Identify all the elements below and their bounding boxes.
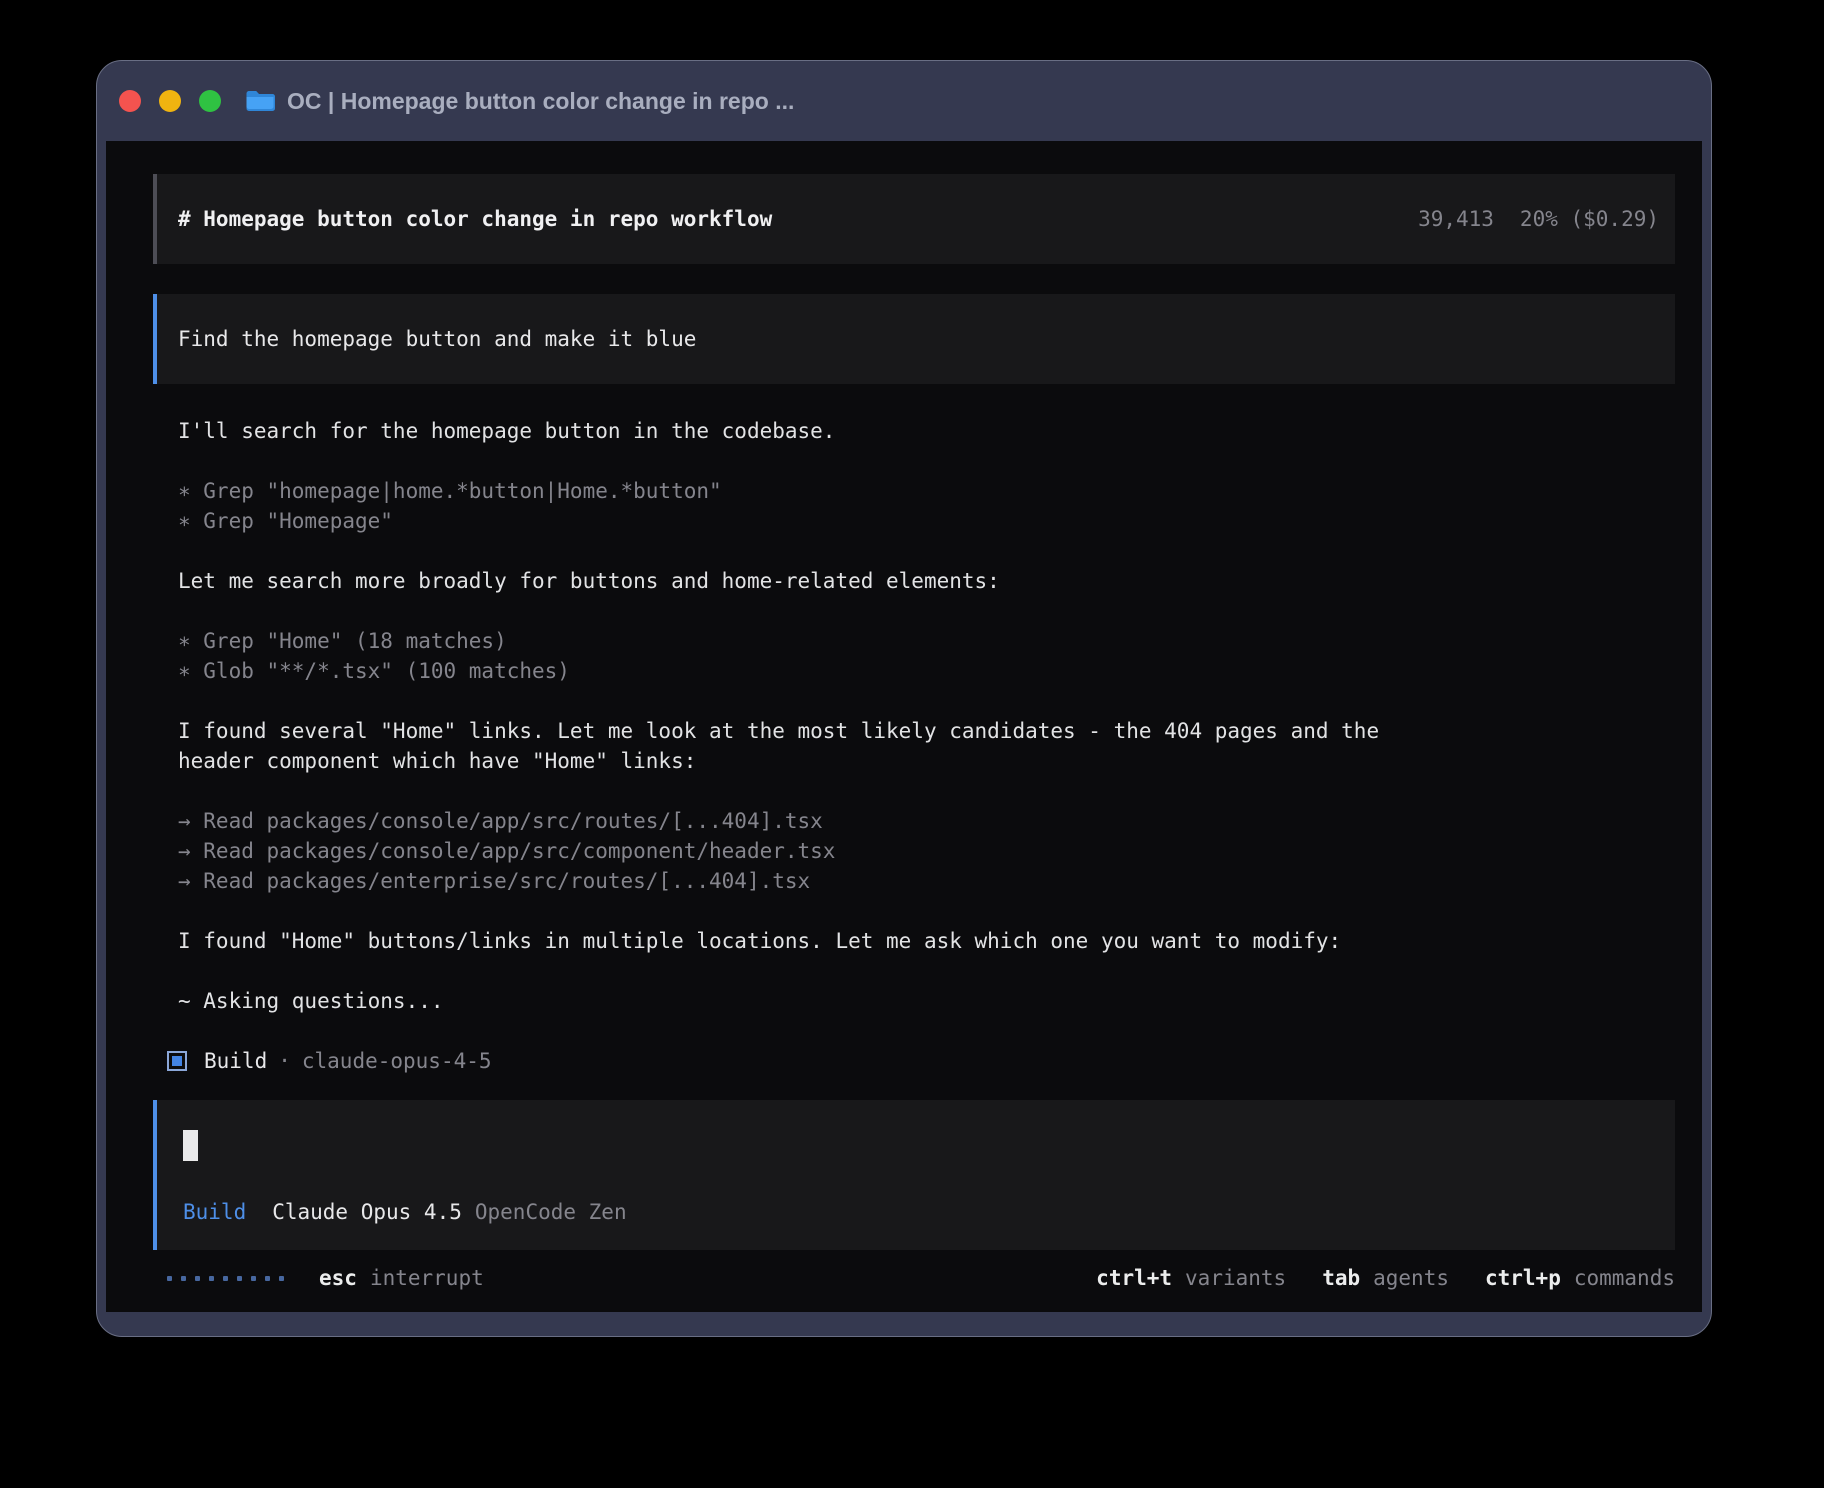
input-meta: Build Claude Opus 4.5 OpenCode Zen (183, 1197, 1675, 1227)
spinner-dot (265, 1276, 270, 1281)
status-right: ctrl+t variants tab agents ctrl+p commands (1096, 1263, 1675, 1293)
spinner-dot (181, 1276, 186, 1281)
assistant-paragraph: I found several "Home" links. Let me loo… (178, 716, 1675, 776)
interrupt-hint: esc interrupt (319, 1263, 484, 1293)
session-title: # Homepage button color change in repo w… (178, 204, 772, 234)
assistant-line: I found several "Home" links. Let me loo… (178, 716, 1675, 746)
agent-status-row: Build · claude-opus-4-5 (167, 1046, 1675, 1076)
keybind-label: variants (1185, 1263, 1286, 1293)
text-cursor (183, 1130, 198, 1161)
agent-model: claude-opus-4-5 (302, 1046, 492, 1076)
spinner-dot (209, 1276, 214, 1281)
minimize-button[interactable] (159, 90, 181, 112)
keybind-hint-agents: tab agents (1322, 1263, 1449, 1293)
assistant-line: ∗ Grep "Home" (18 matches) (178, 626, 1675, 656)
assistant-paragraph: ∗ Grep "homepage|home.*button|Home.*butt… (178, 476, 1675, 536)
titlebar[interactable]: OC | Homepage button color change in rep… (97, 61, 1711, 141)
window-title: OC | Homepage button color change in rep… (287, 88, 794, 115)
assistant-line: ∗ Grep "homepage|home.*button|Home.*butt… (178, 476, 1675, 506)
assistant-paragraph: ∗ Grep "Home" (18 matches)∗ Glob "**/*.t… (178, 626, 1675, 686)
status-bar: esc interrupt ctrl+tvariantstabagentsctr… (153, 1263, 1675, 1293)
assistant-line: → Read packages/console/app/src/componen… (178, 836, 1675, 866)
input-provider-label: OpenCode Zen (475, 1197, 627, 1227)
keybind-key: ctrl+p (1485, 1263, 1561, 1293)
spinner-dot (251, 1276, 256, 1281)
status-left: esc interrupt (153, 1263, 484, 1293)
assistant-paragraph: ~ Asking questions... (178, 986, 1675, 1016)
assistant-paragraph: → Read packages/console/app/src/routes/[… (178, 806, 1675, 896)
working-spinner-dots (167, 1276, 284, 1281)
assistant-paragraph: Let me search more broadly for buttons a… (178, 566, 1675, 596)
prompt-input[interactable]: Build Claude Opus 4.5 OpenCode Zen (153, 1100, 1675, 1250)
assistant-conversation: I'll search for the homepage button in t… (178, 416, 1675, 1016)
keybind-hint-commands: ctrl+p commands (1485, 1263, 1675, 1293)
window-bottom-edge (97, 1312, 1711, 1336)
spinner-dot (167, 1276, 172, 1281)
assistant-line: ∗ Grep "Homepage" (178, 506, 1675, 536)
spinner-dot (223, 1276, 228, 1281)
token-count: 39,413 (1418, 204, 1494, 234)
input-agent-label: Build (183, 1197, 246, 1227)
assistant-line: header component which have "Home" links… (178, 746, 1675, 776)
assistant-paragraph: I'll search for the homepage button in t… (178, 416, 1675, 446)
session-stats: 39,413 20% ($0.29) (1418, 204, 1659, 234)
terminal-content: # Homepage button color change in repo w… (106, 141, 1702, 1312)
agent-icon (167, 1051, 187, 1071)
zoom-button[interactable] (199, 90, 221, 112)
assistant-line: I found "Home" buttons/links in multiple… (178, 926, 1675, 956)
close-button[interactable] (119, 90, 141, 112)
keybind-label: agents (1373, 1263, 1449, 1293)
folder-icon (245, 89, 275, 113)
assistant-line: → Read packages/console/app/src/routes/[… (178, 806, 1675, 836)
assistant-line: I'll search for the homepage button in t… (178, 416, 1675, 446)
context-usage: 20% ($0.29) (1520, 204, 1659, 234)
input-model-label: Claude Opus 4.5 (272, 1197, 462, 1227)
spinner-dot (279, 1276, 284, 1281)
keybind-key: ctrl+t (1096, 1263, 1172, 1293)
traffic-lights (119, 90, 221, 112)
agent-name: Build (204, 1046, 267, 1076)
user-message: Find the homepage button and make it blu… (153, 294, 1675, 384)
spinner-dot (237, 1276, 242, 1281)
assistant-line: → Read packages/enterprise/src/routes/[.… (178, 866, 1675, 896)
keybind-key: tab (1322, 1263, 1360, 1293)
assistant-paragraph: I found "Home" buttons/links in multiple… (178, 926, 1675, 956)
agent-separator: · (278, 1046, 291, 1076)
spinner-dot (195, 1276, 200, 1281)
assistant-line: ∗ Glob "**/*.tsx" (100 matches) (178, 656, 1675, 686)
user-message-text: Find the homepage button and make it blu… (178, 324, 696, 354)
interrupt-key: esc (319, 1263, 357, 1293)
assistant-line: Let me search more broadly for buttons a… (178, 566, 1675, 596)
session-header: # Homepage button color change in repo w… (153, 174, 1675, 264)
assistant-line: ~ Asking questions... (178, 986, 1675, 1016)
interrupt-label: interrupt (370, 1263, 484, 1293)
terminal-window: OC | Homepage button color change in rep… (96, 60, 1712, 1337)
keybind-hint-variants: ctrl+t variants (1096, 1263, 1286, 1293)
keybind-label: commands (1574, 1263, 1675, 1293)
